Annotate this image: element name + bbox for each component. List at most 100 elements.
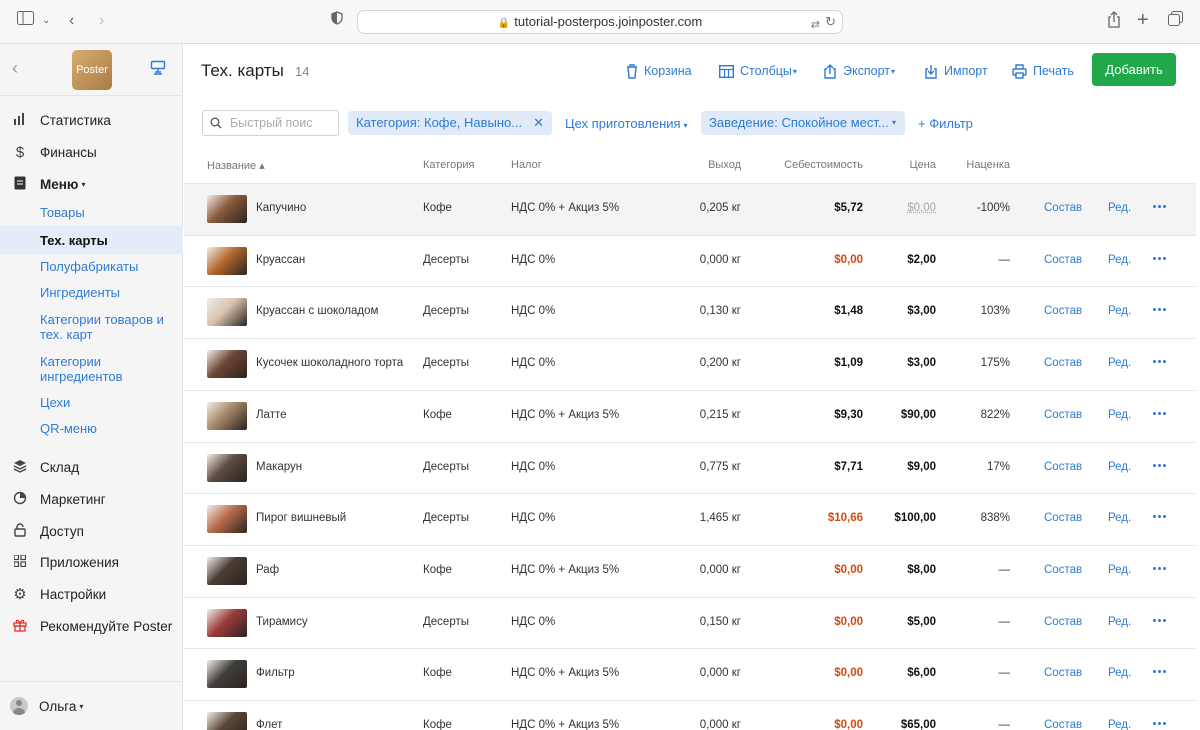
cell-name[interactable]: Флет (256, 719, 282, 730)
export-button[interactable]: Экспорт ▾ (823, 61, 895, 81)
compose-link[interactable]: Состав (1044, 667, 1082, 679)
sidebar-subitem-ingredient-categories[interactable]: Категории ингредиентов (0, 352, 183, 386)
column-header-name[interactable]: Название ▴ (207, 159, 265, 172)
sidebar-subitem-ingredients[interactable]: Ингредиенты (0, 282, 183, 302)
edit-link[interactable]: Ред. (1108, 616, 1131, 628)
edit-link[interactable]: Ред. (1108, 202, 1131, 214)
sidebar-item-settings[interactable]: ⚙ Настройки (0, 581, 183, 607)
more-options-icon[interactable] (1153, 463, 1166, 467)
add-button[interactable]: Добавить (1092, 53, 1176, 86)
more-options-icon[interactable] (1153, 411, 1166, 415)
column-header-category[interactable]: Категория (423, 159, 474, 171)
table-row[interactable]: Круассан с шоколадом Десерты НДС 0% 0,130 к… (184, 286, 1196, 338)
venue-filter-chip[interactable]: Заведение: Спокойное мест... ▾ (701, 111, 905, 135)
sidebar-subitem-products[interactable]: Товары (0, 202, 183, 222)
edit-link[interactable]: Ред. (1108, 667, 1131, 679)
column-header-price[interactable]: Цена (886, 159, 936, 171)
table-row[interactable]: Пирог вишневый Десерты НДС 0% 1,465 кг $10,6… (184, 493, 1196, 545)
user-menu[interactable]: Ольга ▾ (0, 681, 183, 730)
compose-link[interactable]: Состав (1044, 719, 1082, 730)
cell-name[interactable]: Капучино (256, 202, 306, 214)
more-options-icon[interactable] (1153, 308, 1166, 312)
table-row[interactable]: Макарун Десерты НДС 0% 0,775 кг $7,71 $9,00 17… (184, 441, 1196, 494)
edit-link[interactable]: Ред. (1108, 357, 1131, 369)
sidebar-item-finance[interactable]: $ Финансы (0, 139, 183, 165)
close-icon[interactable]: ✕ (533, 111, 544, 135)
compose-link[interactable]: Состав (1044, 254, 1082, 266)
sidebar-subitem-product-categories[interactable]: Категории товаров и тех. карт (0, 310, 183, 344)
more-options-icon[interactable] (1153, 205, 1166, 208)
more-options-icon[interactable] (1153, 515, 1166, 519)
address-bar[interactable]: 🔒 tutorial-posterpos.joinposter.com ⇄ ↻ (357, 10, 843, 34)
sidebar-item-marketing[interactable]: Маркетинг (0, 486, 183, 512)
cell-name[interactable]: Латте (256, 409, 287, 421)
table-row[interactable]: Круассан Десерты НДС 0% 0,000 кг $0,00 $2,00 —… (184, 234, 1196, 287)
cell-name[interactable]: Макарун (256, 461, 302, 473)
table-row[interactable]: Флет Кофе НДС 0% + Акциз 5% 0,000 кг $0,00 $6… (184, 700, 1196, 730)
tabs-overview-icon[interactable] (1168, 11, 1183, 32)
cell-name[interactable]: Круассан (256, 254, 305, 266)
edit-link[interactable]: Ред. (1108, 409, 1131, 421)
sidebar-subitem-qr-menu[interactable]: QR-меню (0, 418, 183, 438)
add-filter-link[interactable]: + Фильтр (918, 116, 973, 131)
compose-link[interactable]: Состав (1044, 202, 1082, 214)
compose-link[interactable]: Состав (1044, 512, 1082, 524)
back-arrow-icon[interactable]: ‹ (69, 11, 74, 31)
cell-name[interactable]: Кусочек шоколадного торта (256, 357, 403, 369)
shield-icon[interactable] (331, 11, 343, 31)
edit-link[interactable]: Ред. (1108, 719, 1131, 730)
sidebar-item-access[interactable]: Доступ (0, 518, 183, 544)
sidebar-subitem-workshops[interactable]: Цехи (0, 392, 183, 412)
table-row[interactable]: Тирамису Десерты НДС 0% 0,150 кг $0,00 $5,00 —… (184, 596, 1196, 649)
table-row[interactable]: Латте Кофе НДС 0% + Акциз 5% 0,215 кг $9,30 $… (184, 389, 1196, 442)
sidebar-item-menu[interactable]: Меню ▾ (0, 171, 183, 197)
column-header-tax[interactable]: Налог (511, 159, 542, 171)
share-icon[interactable] (1107, 11, 1121, 34)
new-tab-icon[interactable]: + (1137, 10, 1149, 30)
import-button[interactable]: Импорт (924, 61, 988, 81)
column-header-cost[interactable]: Себестоимость (773, 159, 863, 171)
poster-logo[interactable]: Poster (72, 50, 112, 90)
trash-button[interactable]: Корзина (626, 61, 692, 81)
compose-link[interactable]: Состав (1044, 616, 1082, 628)
table-row[interactable]: Фильтр Кофе НДС 0% + Акциз 5% 0,000 кг $0,00… (184, 648, 1196, 700)
collapse-sidebar-icon[interactable]: ‹ (12, 58, 18, 79)
sidebar-toggle-icon[interactable] (17, 11, 34, 31)
compose-link[interactable]: Состав (1044, 357, 1082, 369)
cell-name[interactable]: Тирамису (256, 616, 308, 628)
compose-link[interactable]: Состав (1044, 461, 1082, 473)
sidebar-item-statistics[interactable]: Статистика (0, 107, 183, 133)
sidebar-item-warehouse[interactable]: Склад (0, 454, 183, 480)
column-header-yield[interactable]: Выход (691, 159, 741, 171)
sidebar-item-recommend[interactable]: Рекомендуйте Poster (0, 613, 183, 639)
cell-name[interactable]: Раф (256, 564, 279, 576)
cell-name[interactable]: Пирог вишневый (256, 512, 346, 524)
cell-name[interactable]: Круассан с шоколадом (256, 305, 378, 317)
cell-name[interactable]: Фильтр (256, 667, 295, 679)
edit-link[interactable]: Ред. (1108, 512, 1131, 524)
search-input[interactable] (230, 116, 330, 130)
column-header-markup[interactable]: Наценка (956, 159, 1010, 171)
chevron-down-icon[interactable]: ⌄ (42, 11, 50, 31)
reload-icon[interactable]: ↻ (825, 11, 836, 33)
translate-icon[interactable]: ⇄ (811, 14, 820, 36)
more-options-icon[interactable] (1153, 722, 1166, 725)
sidebar-subitem-tech-cards[interactable]: Тех. карты (0, 226, 183, 254)
more-options-icon[interactable] (1153, 618, 1166, 622)
table-row[interactable]: Раф Кофе НДС 0% + Акциз 5% 0,000 кг $0,00 $8,… (184, 544, 1196, 597)
more-options-icon[interactable] (1153, 670, 1166, 674)
more-options-icon[interactable] (1153, 566, 1166, 570)
edit-link[interactable]: Ред. (1108, 305, 1131, 317)
more-options-icon[interactable] (1153, 256, 1166, 260)
print-button[interactable]: Печать (1012, 61, 1074, 81)
compose-link[interactable]: Состав (1044, 305, 1082, 317)
category-filter-chip[interactable]: Категория: Кофе, Навыно... ✕ (348, 111, 552, 135)
edit-link[interactable]: Ред. (1108, 564, 1131, 576)
sidebar-item-apps[interactable]: Приложения (0, 549, 183, 575)
sidebar-subitem-semi-finished[interactable]: Полуфабрикаты (0, 256, 183, 276)
table-row[interactable]: Капучино Кофе НДС 0% + Акциз 5% 0,205 кг $5,… (184, 183, 1196, 235)
columns-button[interactable]: Столбцы ▾ (719, 61, 797, 81)
quick-search[interactable] (202, 110, 339, 136)
edit-link[interactable]: Ред. (1108, 461, 1131, 473)
pos-terminal-icon[interactable] (150, 60, 166, 76)
